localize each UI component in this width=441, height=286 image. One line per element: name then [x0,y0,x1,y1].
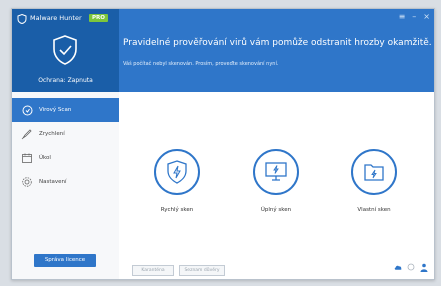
pro-badge: PRO [89,13,108,22]
full-scan-label: Úplný sken [260,207,292,213]
sidebar-item-task[interactable]: Úkol [12,146,119,170]
rocket-icon [20,127,34,141]
header-subtitle: Váš počítač nebyl skenován. Prosím, prov… [123,61,279,67]
app-logo-icon [17,14,27,24]
gear-icon [20,175,34,189]
user-icon[interactable] [420,263,428,272]
app-window: Malware Hunter PRO ≡ – × Ochrana: Zapnut… [11,8,435,280]
monitor-bolt-icon [253,149,299,195]
custom-scan-label: Vlastní sken [357,207,391,213]
full-scan-option[interactable]: Úplný sken [241,149,311,213]
license-button[interactable]: Správa licence [34,254,96,267]
sidebar-item-label: Zrychlení [39,131,65,137]
custom-scan-option[interactable]: Vlastní sken [339,149,409,213]
sidebar-item-label: Nastavení [39,179,67,185]
trust-list-button[interactable]: Seznam důvěry [179,265,225,276]
protection-status-text: Ochrana: Zapnuta [38,77,93,84]
close-button[interactable]: × [423,12,430,21]
scan-icon [20,103,34,117]
sidebar-item-label: Úkol [39,155,51,161]
shield-bolt-icon [154,149,200,195]
cloud-icon[interactable] [394,263,402,271]
shield-check-icon [53,35,77,65]
footer-icons [394,263,428,272]
sidebar-item-virus-scan[interactable]: Virový Scan [12,98,119,122]
header-title: Pravidelné prověřování virů vám pomůže o… [123,38,432,48]
app-title: Malware Hunter [30,14,82,22]
quick-scan-label: Rychlý sken [160,207,194,213]
quick-scan-option[interactable]: Rychlý sken [142,149,212,213]
quarantine-button[interactable]: Karanténa [132,265,174,276]
sidebar-item-label: Virový Scan [39,107,72,113]
sidebar-item-settings[interactable]: Nastavení [12,170,119,194]
title-bar-right: ≡ – × [119,9,434,29]
minimize-button[interactable]: – [412,12,416,21]
sidebar-nav: Virový Scan Zrychlení Úkol Nastavení [12,98,119,194]
main-panel: Rychlý sken Úplný sken Vlastní sken Kara… [119,92,434,279]
title-bar: Malware Hunter PRO ≡ – × [12,9,434,29]
sidebar-item-speedup[interactable]: Zrychlení [12,122,119,146]
title-bar-left: Malware Hunter PRO [12,9,119,29]
refresh-icon[interactable] [407,263,415,271]
header-banner: Pravidelné prověřování virů vám pomůže o… [119,29,434,92]
calendar-icon [20,151,34,165]
sidebar: Ochrana: Zapnuta Virový Scan Zrychlení Ú… [12,29,120,279]
menu-icon[interactable]: ≡ [399,12,406,21]
protection-status: Ochrana: Zapnuta [12,29,119,92]
folder-bolt-icon [351,149,397,195]
window-controls: ≡ – × [399,12,430,21]
